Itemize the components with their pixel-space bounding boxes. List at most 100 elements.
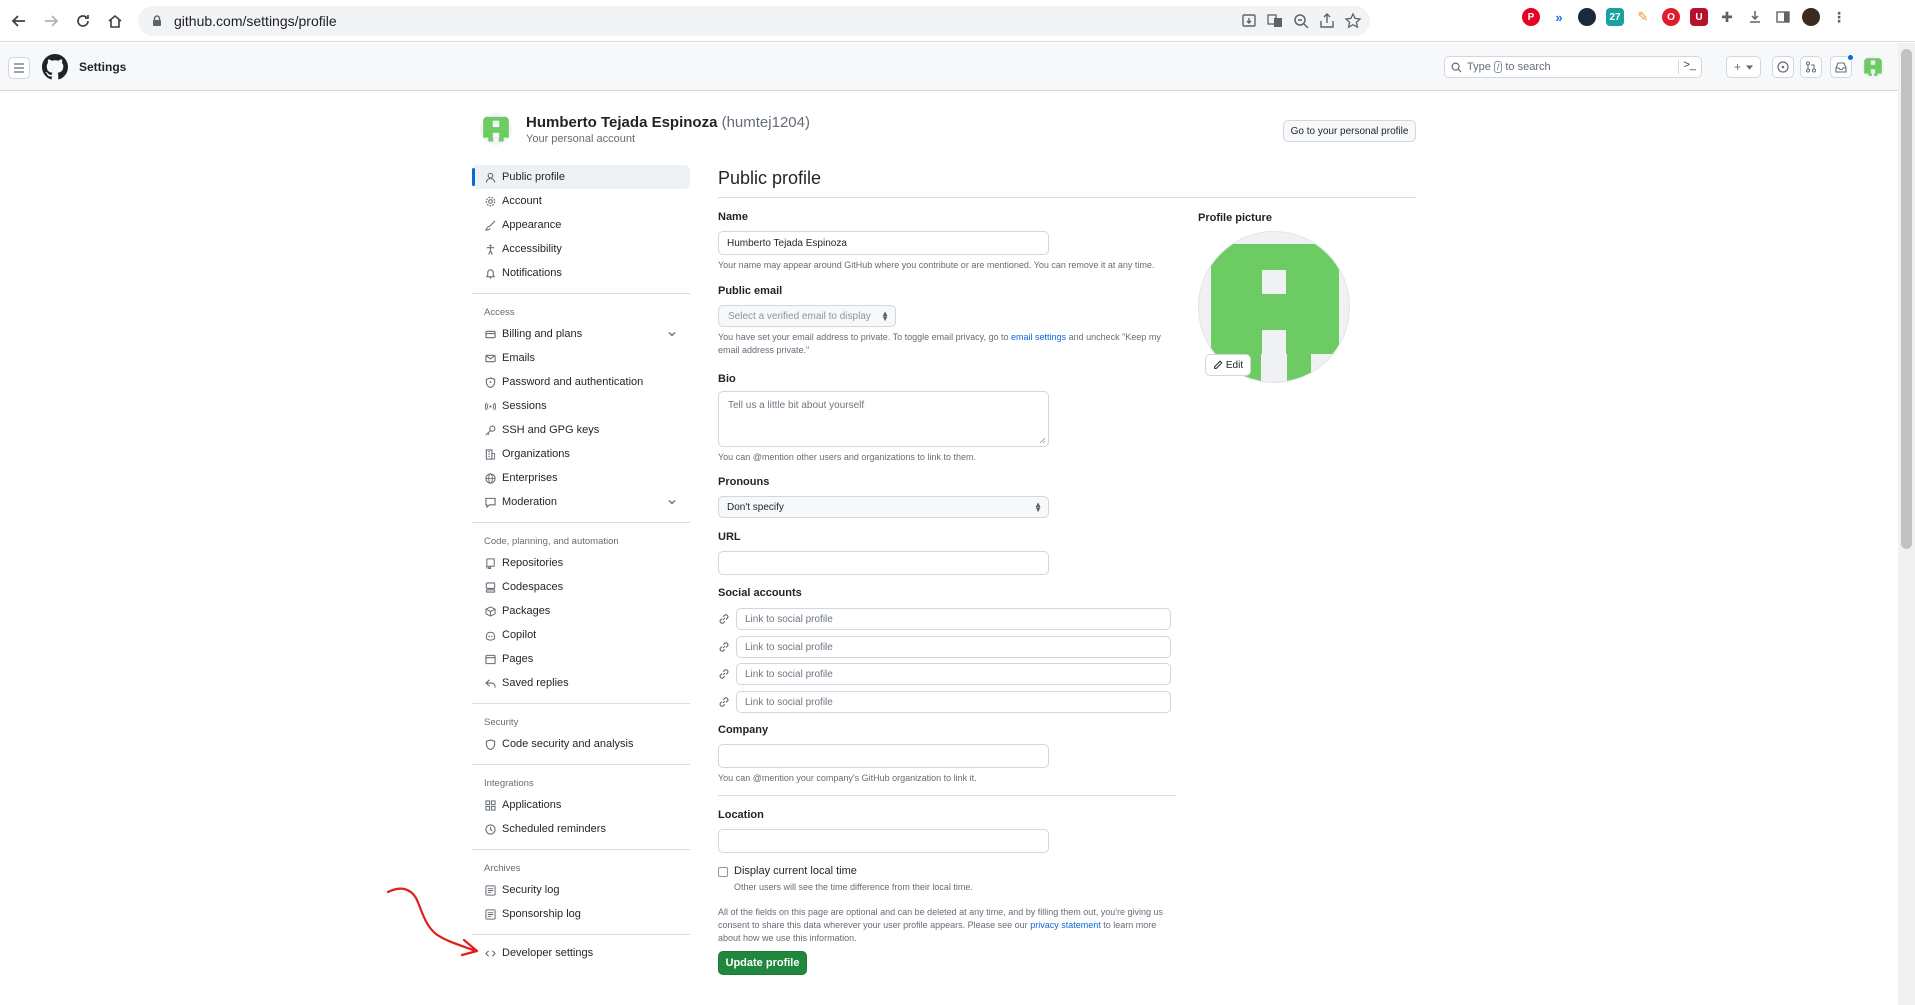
settings-sidebar: Public profile Account Appearance Access… bbox=[472, 165, 690, 965]
scrollbar-thumb[interactable] bbox=[1901, 49, 1912, 549]
page-scrollbar[interactable] bbox=[1898, 43, 1915, 1005]
sidebar-item-public-profile[interactable]: Public profile bbox=[472, 165, 690, 189]
sidebar-item-saved-replies[interactable]: Saved replies bbox=[472, 671, 690, 695]
chevron-down-icon[interactable] bbox=[666, 328, 678, 340]
sidebar-item-repositories[interactable]: Repositories bbox=[472, 551, 690, 575]
name-help-text: Your name may appear around GitHub where… bbox=[718, 260, 1155, 270]
sidebar-item-pages[interactable]: Pages bbox=[472, 647, 690, 671]
email-note-part: You have set your email address to priva… bbox=[718, 332, 1009, 342]
sidebar-item-label: Codespaces bbox=[502, 581, 564, 593]
install-icon[interactable] bbox=[1240, 12, 1258, 30]
zoom-icon[interactable] bbox=[1292, 12, 1310, 30]
sidebar-item-sessions[interactable]: Sessions bbox=[472, 394, 690, 418]
translate-icon[interactable] bbox=[1266, 12, 1284, 30]
sidebar-item-appearance[interactable]: Appearance bbox=[472, 213, 690, 237]
sidebar-item-codespaces[interactable]: Codespaces bbox=[472, 575, 690, 599]
resize-grip-icon[interactable] bbox=[1039, 437, 1046, 444]
sidebar-item-ssh-gpg[interactable]: SSH and GPG keys bbox=[472, 418, 690, 442]
download-icon[interactable] bbox=[1746, 8, 1764, 26]
location-label: Location bbox=[718, 809, 764, 821]
pinterest-extension-icon[interactable]: P bbox=[1522, 8, 1540, 26]
hex-extension-icon[interactable] bbox=[1578, 8, 1596, 26]
user-avatar-menu[interactable] bbox=[1862, 56, 1884, 78]
sidebar-item-emails[interactable]: Emails bbox=[472, 346, 690, 370]
chevron-down-icon[interactable] bbox=[666, 496, 678, 508]
side-panel-icon[interactable] bbox=[1774, 8, 1792, 26]
pull-requests-button[interactable] bbox=[1800, 56, 1822, 78]
sidebar-item-copilot[interactable]: Copilot bbox=[472, 623, 690, 647]
name-field[interactable]: Humberto Tejada Espinoza bbox=[718, 231, 1049, 255]
location-field[interactable] bbox=[718, 829, 1049, 853]
share-icon[interactable] bbox=[1318, 12, 1336, 30]
sidebar-item-label: Packages bbox=[502, 605, 551, 617]
back-icon[interactable] bbox=[6, 8, 32, 34]
pronouns-select[interactable]: Don't specify ▲ ▼ bbox=[718, 496, 1049, 518]
forward-icon[interactable] bbox=[38, 8, 64, 34]
bio-textarea[interactable]: Tell us a little bit about yourself bbox=[718, 391, 1049, 447]
inbox-button[interactable] bbox=[1830, 54, 1854, 78]
go-to-personal-profile-button[interactable]: Go to your personal profile bbox=[1283, 120, 1416, 142]
codespaces-icon bbox=[484, 581, 496, 593]
update-profile-button[interactable]: Update profile bbox=[718, 951, 807, 975]
sidebar-item-label: SSH and GPG keys bbox=[502, 424, 600, 436]
social-account-field-3[interactable]: Link to social profile bbox=[736, 663, 1171, 685]
pen-extension-icon[interactable]: ✎ bbox=[1634, 8, 1652, 26]
command-palette-icon[interactable]: >_ bbox=[1683, 59, 1696, 71]
issues-button[interactable] bbox=[1772, 56, 1794, 78]
email-settings-link[interactable]: email settings bbox=[1011, 332, 1066, 342]
sidebar-item-organizations[interactable]: Organizations bbox=[472, 442, 690, 466]
profile-picture-label: Profile picture bbox=[1198, 212, 1272, 224]
sidebar-item-packages[interactable]: Packages bbox=[472, 599, 690, 623]
bookmark-star-icon[interactable] bbox=[1344, 12, 1362, 30]
create-new-button[interactable]: + bbox=[1726, 56, 1761, 78]
github-logo-icon[interactable] bbox=[42, 54, 68, 80]
hamburger-menu-icon[interactable] bbox=[8, 57, 30, 79]
sidebar-item-sponsorship-log[interactable]: Sponsorship log bbox=[472, 902, 690, 926]
company-field[interactable] bbox=[718, 744, 1049, 768]
search-icon bbox=[1451, 62, 1462, 73]
puzzle-icon[interactable]: ✚ bbox=[1718, 8, 1736, 26]
footer-note-part: All of the fields on this page are optio… bbox=[718, 907, 1163, 917]
shield-extension-icon[interactable]: U bbox=[1690, 8, 1708, 26]
title-divider bbox=[718, 197, 1416, 198]
waves-extension-icon[interactable]: » bbox=[1550, 8, 1568, 26]
sidebar-item-applications[interactable]: Applications bbox=[472, 793, 690, 817]
bio-help-text: You can @mention other users and organiz… bbox=[718, 452, 976, 462]
privacy-statement-link[interactable]: privacy statement bbox=[1030, 920, 1101, 930]
search-divider bbox=[1678, 60, 1679, 74]
sidebar-item-password[interactable]: Password and authentication bbox=[472, 370, 690, 394]
sidebar-item-code-security[interactable]: Code security and analysis bbox=[472, 732, 690, 756]
sidebar-item-label: Sponsorship log bbox=[502, 908, 581, 920]
sidebar-item-developer-settings[interactable]: Developer settings bbox=[472, 941, 690, 965]
home-icon[interactable] bbox=[102, 8, 128, 34]
sidebar-item-account[interactable]: Account bbox=[472, 189, 690, 213]
address-bar[interactable]: github.com/settings/profile bbox=[138, 6, 1370, 36]
sidebar-item-billing[interactable]: Billing and plans bbox=[472, 322, 690, 346]
social-account-field-4[interactable]: Link to social profile bbox=[736, 691, 1171, 713]
public-email-select[interactable]: Select a verified email to display ▲ ▼ bbox=[718, 305, 896, 327]
url-field[interactable] bbox=[718, 551, 1049, 575]
kebab-menu-icon[interactable]: ⋮ bbox=[1830, 8, 1848, 26]
page-title: Public profile bbox=[718, 168, 822, 188]
search-input[interactable]: Type / to search >_ bbox=[1444, 56, 1702, 78]
sidebar-item-notifications[interactable]: Notifications bbox=[472, 261, 690, 285]
social-account-field-2[interactable]: Link to social profile bbox=[736, 636, 1171, 658]
opera-extension-icon[interactable]: O bbox=[1662, 8, 1680, 26]
display-local-time-checkbox[interactable] bbox=[718, 867, 728, 877]
reload-icon[interactable] bbox=[70, 8, 96, 34]
report-icon bbox=[484, 496, 496, 508]
sidebar-item-label: Moderation bbox=[502, 496, 558, 508]
sidebar-item-moderation[interactable]: Moderation bbox=[472, 490, 690, 514]
breadcrumb-settings[interactable]: Settings bbox=[79, 60, 126, 74]
profile-avatar-icon[interactable] bbox=[1802, 8, 1820, 26]
edit-profile-picture-button[interactable]: Edit bbox=[1205, 354, 1251, 376]
display-local-time-label[interactable]: Display current local time bbox=[734, 865, 857, 877]
sidebar-item-label: Sessions bbox=[502, 400, 547, 412]
sidebar-item-enterprises[interactable]: Enterprises bbox=[472, 466, 690, 490]
social-account-field-1[interactable]: Link to social profile bbox=[736, 608, 1171, 630]
sidebar-item-scheduled-reminders[interactable]: Scheduled reminders bbox=[472, 817, 690, 841]
accessibility-icon bbox=[484, 243, 496, 255]
sidebar-item-accessibility[interactable]: Accessibility bbox=[472, 237, 690, 261]
calendar-extension-icon[interactable]: 27 bbox=[1606, 8, 1624, 26]
sidebar-item-security-log[interactable]: Security log bbox=[472, 878, 690, 902]
